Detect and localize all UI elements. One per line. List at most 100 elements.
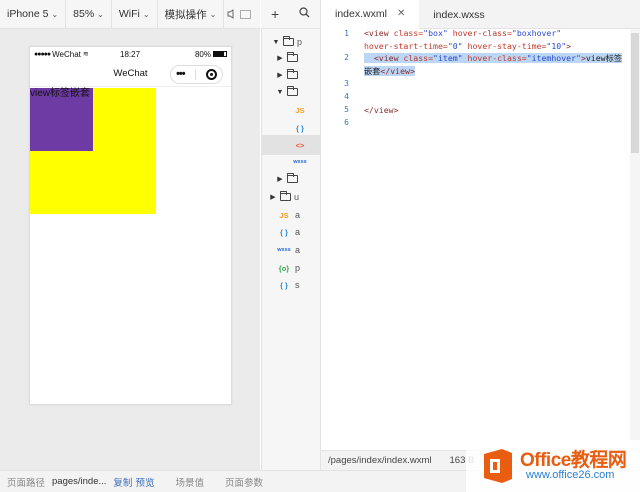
phone-status-bar: ●●●●● WeChat ≋ 18:27 80% [30, 47, 231, 61]
box-view[interactable]: view标签嵌套 [30, 88, 156, 214]
tab-index-wxml[interactable]: index.wxml ✕ [321, 0, 420, 29]
more-icon[interactable]: ••• [176, 69, 186, 80]
tree-item-sitemap[interactable]: { } s [262, 275, 320, 295]
page-params-label[interactable]: 页面参数 [225, 475, 263, 489]
tree-item-label: p [297, 37, 303, 47]
copy-link[interactable]: 复制 [113, 475, 132, 489]
wxss-file-icon: wxss [293, 159, 307, 165]
page-path-value: pages/inde... [52, 476, 107, 487]
network-select[interactable]: WiFi ⌄ [112, 0, 158, 29]
editor-tabs: index.wxml ✕ index.wxss [320, 0, 640, 29]
editor-scrollbar[interactable] [630, 29, 640, 450]
carrier-label: WeChat [52, 49, 81, 59]
js-file-icon: JS [279, 210, 289, 220]
tree-item-folder[interactable]: ▶ [262, 169, 320, 189]
add-icon[interactable]: + [271, 6, 279, 22]
wifi-icon: ≋ [82, 51, 89, 58]
time-label: 18:27 [120, 49, 141, 59]
zoom-label: 85% [73, 8, 95, 20]
chevron-down-icon: ⌄ [97, 9, 104, 19]
line-number: 5 [344, 105, 349, 114]
tree-item-label: a [295, 210, 301, 220]
close-mini-program-icon[interactable] [205, 69, 217, 80]
folder-icon [287, 69, 298, 79]
file-path: /pages/index/index.wxml [328, 455, 432, 466]
code-editor[interactable]: 1 2 3 4 5 6 <view class="box" hover-clas… [320, 28, 640, 450]
network-label: WiFi [118, 8, 140, 20]
wxss-file-icon: wxss [277, 247, 291, 253]
tree-item-folder[interactable]: ▶ u [262, 187, 320, 207]
battery-icon [213, 51, 227, 57]
item-text: view标签嵌套 [30, 88, 91, 99]
device-select[interactable]: iPhone 5 ⌄ [0, 0, 67, 29]
battery-indicator: 80% [195, 50, 227, 59]
line-number: 6 [344, 118, 349, 127]
line-number: 3 [344, 79, 349, 88]
tree-item-label: a [295, 245, 301, 255]
page-content: view标签嵌套 [30, 88, 231, 404]
tree-item-json[interactable]: { } a [262, 222, 320, 242]
device-label: iPhone 5 [7, 8, 49, 20]
line-number: 1 [344, 29, 349, 38]
office-logo-icon [484, 449, 512, 483]
caret-right-icon: ▶ [277, 176, 283, 183]
window-icon[interactable] [238, 0, 252, 29]
search-icon[interactable] [299, 7, 310, 21]
caret-right-icon: ▶ [277, 72, 283, 79]
watermark-title: Office教程网 [520, 450, 627, 471]
line-number: 2 [344, 53, 349, 62]
phone-nav-bar: WeChat ••• [30, 61, 231, 87]
capsule-divider [194, 69, 196, 80]
chevron-down-icon: ⌄ [142, 9, 150, 19]
tree-item-wxss[interactable]: wxss a [262, 240, 320, 260]
config-file-icon: {o} [278, 263, 290, 273]
battery-label: 80% [194, 49, 211, 59]
json-file-icon: { } [280, 227, 288, 237]
wxml-file-icon: <> [295, 140, 305, 150]
nav-title: WeChat [113, 68, 148, 79]
caret-down-icon: ▼ [272, 38, 280, 46]
tree-item-label: p [295, 263, 301, 273]
scrollbar-thumb[interactable] [631, 33, 639, 153]
line-number: 4 [344, 92, 349, 101]
watermark: Office教程网 www.office26.com [466, 440, 640, 492]
code-line-2: <view class="item" hover-class="itemhove… [364, 53, 622, 76]
simulator-toolbar: iPhone 5 ⌄ 85% ⌄ WiFi ⌄ 模拟操作 ⌄ [0, 0, 260, 29]
capsule-menu[interactable]: ••• [170, 65, 223, 84]
mute-icon[interactable] [224, 0, 238, 29]
chevron-down-icon: ⌄ [209, 9, 217, 19]
json-file-icon: { } [280, 280, 288, 290]
simulate-select[interactable]: 模拟操作 ⌄ [158, 0, 225, 29]
caret-right-icon: ▶ [277, 55, 283, 62]
preview-link[interactable]: 预览 [135, 475, 154, 489]
signal-icon: ●●●●● [34, 50, 51, 58]
tab-index-wxss[interactable]: index.wxss [419, 0, 498, 29]
code-line-5: </view> [364, 105, 399, 115]
scene-label[interactable]: 场景值 [175, 475, 204, 489]
folder-icon [280, 191, 291, 201]
tab-label: index.wxml [335, 7, 387, 20]
tree-item-js[interactable]: JS [262, 100, 320, 120]
caret-down-icon: ▼ [276, 88, 284, 96]
folder-open-icon [287, 86, 298, 96]
code-line-1: <view class="box" hover-class="boxhover"… [364, 28, 572, 51]
json-file-icon: { } [296, 123, 304, 133]
tree-item-label: u [294, 192, 300, 202]
tree-item-folder-open[interactable]: ▼ [262, 82, 320, 102]
js-file-icon: JS [295, 105, 305, 115]
caret-right-icon: ▶ [270, 194, 276, 201]
chevron-down-icon: ⌄ [51, 9, 59, 19]
close-icon[interactable]: ✕ [397, 8, 405, 19]
folder-icon [287, 173, 298, 183]
tree-item-label: a [295, 227, 301, 237]
watermark-url: www.office26.com [526, 469, 615, 481]
simulate-label: 模拟操作 [164, 8, 207, 21]
simulator-panel: ●●●●● WeChat ≋ 18:27 80% WeChat ••• view… [0, 29, 260, 470]
zoom-select[interactable]: 85% ⌄ [66, 0, 112, 29]
page-path-label: 页面路径 [7, 477, 46, 489]
tree-toolbar: + [261, 0, 320, 29]
tab-label: index.wxss [433, 8, 485, 21]
folder-icon [287, 52, 298, 62]
phone-screen: ●●●●● WeChat ≋ 18:27 80% WeChat ••• view… [29, 46, 232, 405]
item-view[interactable]: view标签嵌套 [30, 88, 93, 151]
